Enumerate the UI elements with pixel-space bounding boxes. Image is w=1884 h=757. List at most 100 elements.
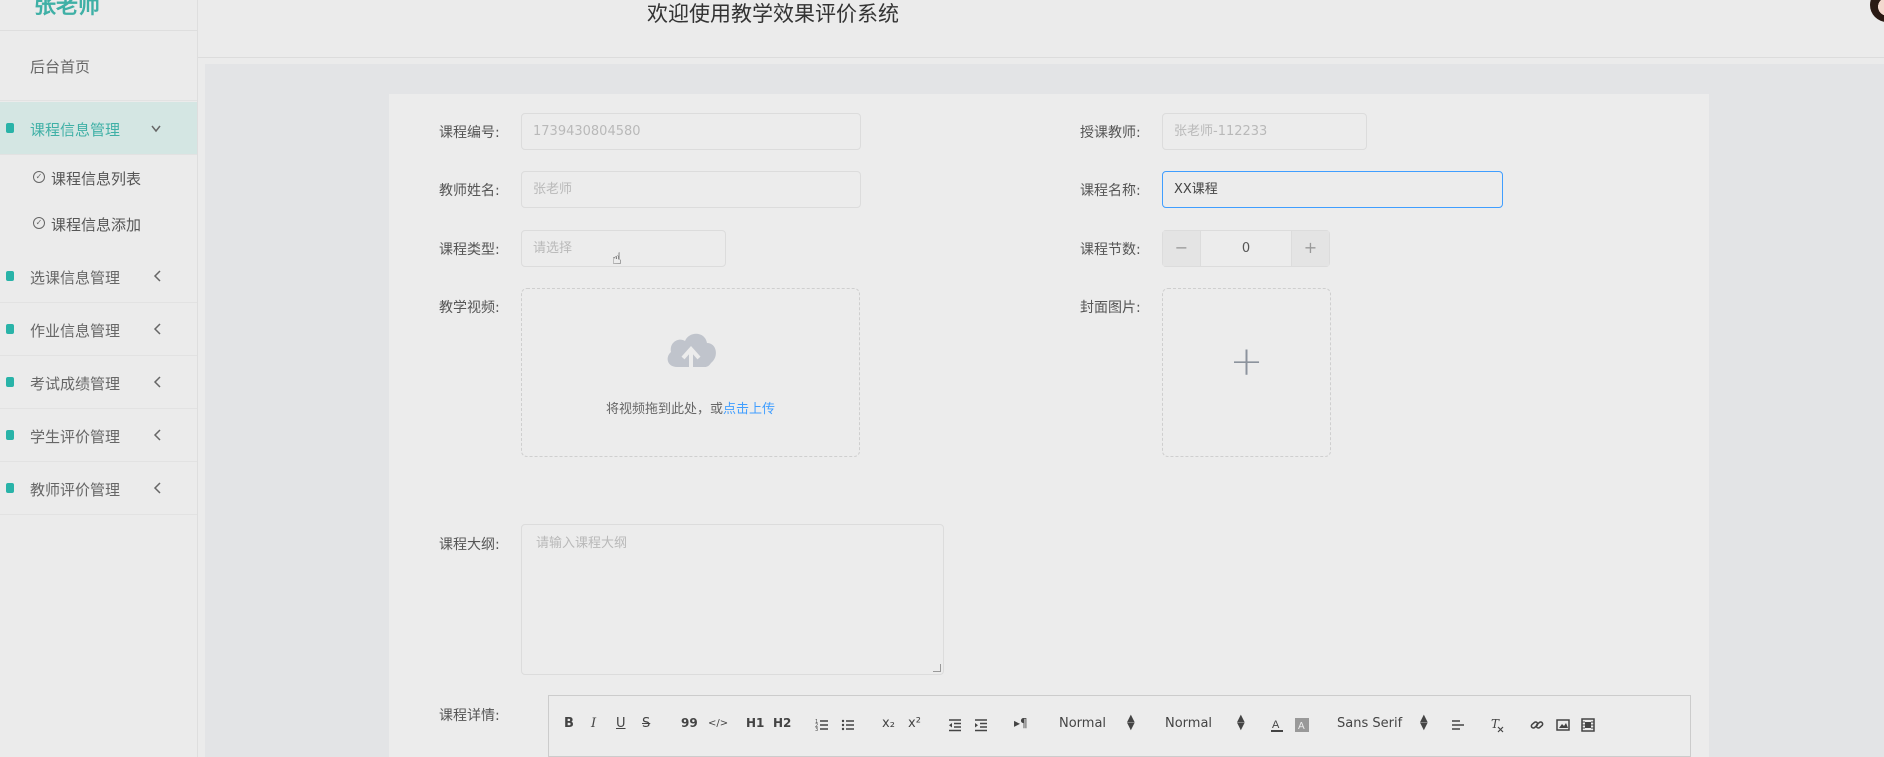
- sidebar-item-course-list[interactable]: ✓ 课程信息列表: [0, 155, 197, 201]
- chevron-down-icon: [151, 125, 161, 133]
- outline-label: 课程大纲:: [439, 537, 500, 553]
- align-left-icon[interactable]: [1451, 719, 1465, 731]
- sidebar-group-student-eval[interactable]: 学生评价管理: [0, 409, 197, 462]
- sessions-value[interactable]: 0: [1201, 231, 1291, 266]
- bold-button[interactable]: B: [564, 716, 574, 731]
- top-bar: 欢迎使用教学效果评价系统: [198, 0, 1884, 58]
- text-direction-button[interactable]: ▸¶: [1014, 716, 1028, 730]
- chevron-left-icon: [153, 270, 161, 282]
- doc-icon: [6, 324, 14, 334]
- font-color-icon[interactable]: A: [1270, 717, 1284, 733]
- font-picker[interactable]: Sans Serif ▲ ▼: [1337, 713, 1437, 732]
- doc-icon: [6, 483, 14, 493]
- chevron-left-icon: [153, 429, 161, 441]
- link-icon[interactable]: [1530, 718, 1544, 732]
- sidebar-item-home[interactable]: 后台首页: [0, 31, 197, 101]
- bullet-list-icon[interactable]: [841, 718, 855, 732]
- h2-button[interactable]: H2: [773, 716, 791, 730]
- indent-icon[interactable]: [974, 718, 988, 732]
- sessions-stepper: − 0 +: [1162, 230, 1330, 267]
- outline-textarea[interactable]: 请输入课程大纲: [521, 524, 944, 675]
- brand: ⌃ 张老师: [0, 0, 197, 31]
- updown-icon: ▲ ▼: [1237, 713, 1245, 732]
- image-icon[interactable]: [1556, 718, 1570, 732]
- video-upload-dropzone[interactable]: 将视频拖到此处，或点击上传: [521, 288, 860, 457]
- doc-icon: [6, 271, 14, 281]
- upload-hint-text: 将视频拖到此处，或: [605, 402, 723, 417]
- sidebar-group-teacher-eval[interactable]: 教师评价管理: [0, 462, 197, 515]
- superscript-button[interactable]: x²: [908, 716, 921, 731]
- size-picker[interactable]: Normal ▲ ▼: [1165, 713, 1245, 732]
- svg-text:A: A: [1298, 721, 1305, 732]
- blockquote-button[interactable]: 99: [681, 716, 698, 730]
- svg-text:A: A: [1272, 719, 1280, 731]
- cover-upload[interactable]: +: [1162, 288, 1331, 457]
- sidebar-group-label: 课程信息管理: [30, 121, 121, 139]
- course-name-input[interactable]: XX课程: [1162, 171, 1503, 208]
- sidebar-item-course-add[interactable]: ✓ 课程信息添加: [0, 201, 197, 247]
- sidebar-item-label: 后台首页: [30, 58, 91, 76]
- brand-name: 张老师: [34, 0, 101, 19]
- outdent-icon[interactable]: [948, 718, 962, 732]
- sidebar-group-exam[interactable]: 考试成绩管理: [0, 356, 197, 409]
- header-picker-value: Normal: [1059, 716, 1107, 731]
- teacher-account-input[interactable]: 张老师-112233: [1162, 113, 1367, 150]
- course-type-label: 课程类型:: [439, 242, 500, 258]
- decrement-button[interactable]: −: [1163, 231, 1201, 266]
- chevron-left-icon: [153, 376, 161, 388]
- upload-link[interactable]: 点击上传: [723, 402, 775, 417]
- course-type-select[interactable]: 请选择: [521, 230, 726, 267]
- plus-icon: +: [1229, 339, 1264, 385]
- cloud-upload-icon: [667, 333, 716, 371]
- subscript-button[interactable]: x₂: [882, 716, 895, 731]
- sidebar-group-course[interactable]: 课程信息管理: [0, 102, 197, 155]
- teacher-name-input[interactable]: 张老师: [521, 171, 861, 208]
- video-icon[interactable]: [1581, 718, 1595, 732]
- video-label: 教学视频:: [439, 300, 500, 316]
- course-no-label: 课程编号:: [439, 125, 500, 141]
- resize-grip-icon[interactable]: [933, 664, 941, 672]
- teacher-account-label: 授课教师:: [1080, 125, 1141, 141]
- sidebar-group-homework[interactable]: 作业信息管理: [0, 303, 197, 356]
- chevron-left-icon: [153, 482, 161, 494]
- ordered-list-icon[interactable]: 123: [815, 718, 829, 732]
- teacher-name-label: 教师姓名:: [439, 183, 500, 199]
- size-picker-value: Normal: [1165, 716, 1213, 731]
- upload-hint: 将视频拖到此处，或点击上传: [522, 398, 859, 417]
- sidebar-group-label: 教师评价管理: [30, 481, 121, 499]
- updown-icon: ▲ ▼: [1127, 713, 1135, 732]
- header-picker[interactable]: Normal ▲ ▼: [1059, 713, 1139, 732]
- sessions-label: 课程节数:: [1080, 242, 1141, 258]
- outline-placeholder: 请输入课程大纲: [536, 536, 628, 551]
- strike-button[interactable]: S: [642, 716, 650, 731]
- background-color-icon[interactable]: A: [1295, 717, 1309, 733]
- chevron-left-icon: [153, 323, 161, 335]
- course-no-input[interactable]: 1739430804580: [521, 113, 861, 150]
- svg-text:T: T: [1491, 717, 1500, 731]
- updown-icon: ▲ ▼: [1420, 713, 1428, 732]
- sidebar-group-label: 学生评价管理: [30, 428, 121, 446]
- doc-icon: [6, 377, 14, 387]
- sidebar-group-label: 选课信息管理: [30, 269, 121, 287]
- mouse-cursor-icon: ☝: [612, 249, 622, 268]
- check-circle-icon: ✓: [33, 171, 45, 183]
- sidebar-group-selection[interactable]: 选课信息管理: [0, 250, 197, 303]
- increment-button[interactable]: +: [1291, 231, 1329, 266]
- code-button[interactable]: </>: [708, 718, 728, 729]
- check-circle-icon: ✓: [33, 217, 45, 229]
- svg-text:3: 3: [815, 727, 818, 732]
- avatar[interactable]: [1870, 0, 1884, 22]
- editor-toolbar: B I U S 99 </> H1 H2 123 x₂ x² ▸¶ Normal…: [549, 696, 1690, 757]
- font-picker-value: Sans Serif: [1337, 716, 1403, 731]
- detail-label: 课程详情:: [439, 708, 500, 724]
- cover-label: 封面图片:: [1080, 300, 1141, 316]
- page-title: 欢迎使用教学效果评价系统: [647, 2, 899, 26]
- course-name-label: 课程名称:: [1080, 183, 1141, 199]
- clear-format-icon[interactable]: T: [1490, 717, 1504, 733]
- h1-button[interactable]: H1: [746, 716, 764, 730]
- doc-icon: [6, 430, 14, 440]
- brand-logo-icon: ⌃: [4, 0, 16, 10]
- italic-button[interactable]: I: [591, 716, 596, 731]
- sidebar: ⌃ 张老师 后台首页 课程信息管理 ✓ 课程信息列表 ✓ 课程信息添加 选课信息…: [0, 0, 198, 757]
- underline-button[interactable]: U: [616, 716, 626, 731]
